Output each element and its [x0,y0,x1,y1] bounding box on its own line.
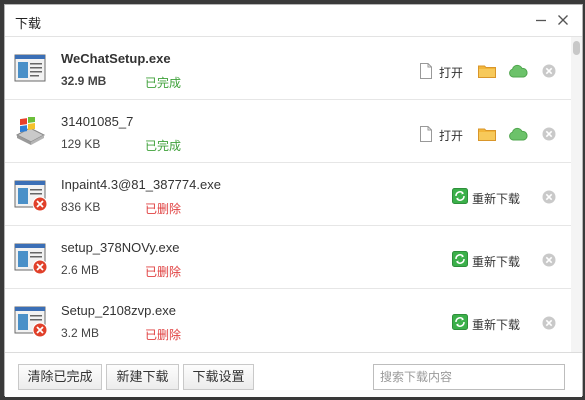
new-download-button[interactable]: 新建下载 [106,364,179,390]
download-item: WeChatSetup.exe 32.9 MB 已完成 打开 [5,37,571,100]
redownload-icon [452,314,468,330]
minimize-icon[interactable] [532,11,550,29]
document-icon [420,63,432,79]
file-name[interactable]: 31401085_7 [61,114,133,129]
file-name[interactable]: Inpaint4.3@81_387774.exe [61,177,221,192]
folder-icon[interactable] [478,64,496,78]
open-label: 打开 [439,66,464,80]
downloads-window: 下载 WeChatSetup.exe 32.9 MB 已完成 打开 314010… [4,4,583,397]
exe-file-icon [14,54,46,82]
status-deleted: 已删除 [145,265,182,279]
window-title: 下载 [15,16,42,31]
footer-bar: 清除已完成 新建下载 下载设置 [5,352,582,397]
remove-icon[interactable] [542,190,556,204]
redownload-label: 重新下载 [472,255,521,269]
open-label: 打开 [439,129,464,143]
file-name[interactable]: WeChatSetup.exe [61,51,171,66]
download-item: setup_378NOVy.exe 2.6 MB 已删除 重新下载 [5,226,571,289]
download-settings-button[interactable]: 下载设置 [183,364,254,390]
redownload-icon [452,188,468,204]
remove-icon[interactable] [542,253,556,267]
clear-completed-button[interactable]: 清除已完成 [18,364,102,390]
file-name[interactable]: Setup_2108zvp.exe [61,303,176,318]
file-size: 836 KB [61,200,101,214]
scrollbar[interactable] [571,37,582,352]
cloud-icon[interactable] [508,127,528,141]
exe-file-deleted-icon [14,180,48,212]
exe-file-deleted-icon [14,243,48,275]
status-deleted: 已删除 [145,328,182,342]
status-deleted: 已删除 [145,202,182,216]
folder-icon[interactable] [478,127,496,141]
file-name[interactable]: setup_378NOVy.exe [61,240,180,255]
document-icon [420,126,432,142]
cloud-icon[interactable] [508,64,528,78]
title-bar: 下载 [5,5,582,37]
download-item: Inpaint4.3@81_387774.exe 836 KB 已删除 重新下载 [5,163,571,226]
redownload-label: 重新下载 [472,192,521,206]
file-size: 2.6 MB [61,263,100,277]
download-item: 31401085_7 129 KB 已完成 打开 [5,100,571,163]
download-item: Setup_2108zvp.exe 3.2 MB 已删除 重新下载 [5,289,571,352]
windows-installer-icon [15,117,46,145]
status-completed: 已完成 [145,139,182,153]
scrollbar-thumb[interactable] [573,41,580,55]
remove-icon[interactable] [542,316,556,330]
remove-icon[interactable] [542,127,556,141]
search-input[interactable] [373,364,565,390]
redownload-icon [452,251,468,267]
download-list: WeChatSetup.exe 32.9 MB 已完成 打开 31401085_… [5,37,571,352]
file-size: 32.9 MB [61,74,107,88]
file-size: 129 KB [61,137,101,151]
exe-file-deleted-icon [14,306,48,338]
close-icon[interactable] [554,11,572,29]
remove-icon[interactable] [542,64,556,78]
redownload-label: 重新下载 [472,318,521,332]
file-size: 3.2 MB [61,326,100,340]
status-completed: 已完成 [145,76,182,90]
